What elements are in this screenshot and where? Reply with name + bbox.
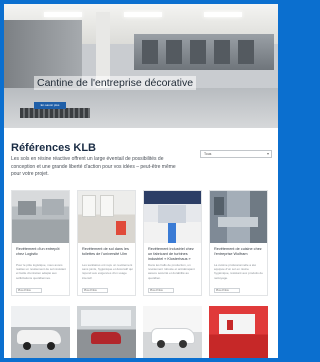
counter-slot: [190, 40, 206, 64]
hero-title: Cantine de l'entreprise décorative: [34, 76, 197, 90]
chevron-down-icon: ▾: [266, 151, 269, 156]
cabinet-shape: [214, 197, 224, 215]
reference-card[interactable]: Revêtement de cuisine chez l'entreprise …: [209, 190, 268, 296]
reference-card[interactable]: Revêtement de sol dans les toilettes de …: [77, 190, 136, 296]
section-description: Les sols en résine réactive offrent un l…: [11, 156, 176, 177]
car-shape: [91, 332, 121, 344]
reference-image: [210, 191, 267, 243]
showroom-detail-shape: [227, 320, 233, 330]
card-title: Revêtement de cuisine chez l'entreprise …: [214, 247, 262, 256]
reference-tile[interactable]: [143, 306, 202, 358]
counter-slot: [142, 40, 158, 64]
wheel-shape: [179, 340, 187, 348]
card-title: Revêtement d'un entrepôt chez Logistic: [16, 247, 60, 256]
card-text: Les sanitaires ont reçu un revêtement sa…: [82, 263, 133, 280]
reference-image: [78, 191, 135, 243]
counter-slot: [238, 40, 254, 64]
floor-stripe-shape: [168, 223, 176, 243]
card-title: Revêtement industriel chez un fabricant …: [148, 247, 194, 261]
wheel-shape: [23, 342, 31, 350]
ceiling-lamp: [204, 12, 242, 17]
wheel-shape: [157, 340, 165, 348]
reference-card[interactable]: Revêtement industriel chez un fabricant …: [143, 190, 202, 296]
category-filter-select[interactable]: Tous ▾: [200, 150, 272, 158]
card-title: Revêtement de sol dans les toilettes de …: [82, 247, 129, 256]
corridor-shape: [158, 205, 186, 223]
wheel-shape: [47, 342, 55, 350]
shelf-shape: [18, 201, 36, 215]
reference-tile[interactable]: [11, 306, 70, 358]
hero-banner: Cantine de l'entreprise décorative En sa…: [4, 4, 278, 128]
counter-slot: [166, 40, 182, 64]
section-title: Références KLB: [11, 142, 96, 154]
door-shape: [82, 195, 96, 217]
red-detail-shape: [116, 221, 126, 235]
filter-selected-value: Tous: [204, 152, 212, 156]
card-text: Dans les halls de production, un revêtem…: [148, 263, 195, 280]
reference-tile[interactable]: [77, 306, 136, 358]
card-more-button[interactable]: Plus d'infos: [16, 288, 42, 293]
counter-shape: [218, 217, 258, 227]
shelf-shape: [42, 199, 64, 215]
card-more-button[interactable]: Plus d'infos: [148, 288, 174, 293]
page: Cantine de l'entreprise décorative En sa…: [4, 4, 278, 358]
ceiling-lamp: [44, 12, 82, 17]
counter-slot: [214, 40, 230, 64]
hero-counter: [134, 34, 274, 70]
reference-image: [12, 191, 69, 243]
card-text: La cuisine professionnelle a été équipée…: [214, 263, 263, 280]
reference-image: [144, 191, 201, 243]
door-shape: [100, 195, 114, 217]
reference-tile[interactable]: [209, 306, 268, 358]
ceiling-lamp: [124, 12, 162, 17]
hero-more-button[interactable]: En savoir plus: [34, 102, 66, 109]
hero-floor-mat: [20, 108, 90, 118]
card-text: Pour le pôle logistique, nous avons réal…: [16, 263, 66, 280]
reference-card[interactable]: Revêtement d'un entrepôt chez Logistic P…: [11, 190, 70, 296]
card-more-button[interactable]: Plus d'infos: [82, 288, 108, 293]
garage-wall-shape: [81, 310, 131, 326]
showroom-wall-shape: [219, 314, 255, 334]
card-more-button[interactable]: Plus d'infos: [214, 288, 240, 293]
